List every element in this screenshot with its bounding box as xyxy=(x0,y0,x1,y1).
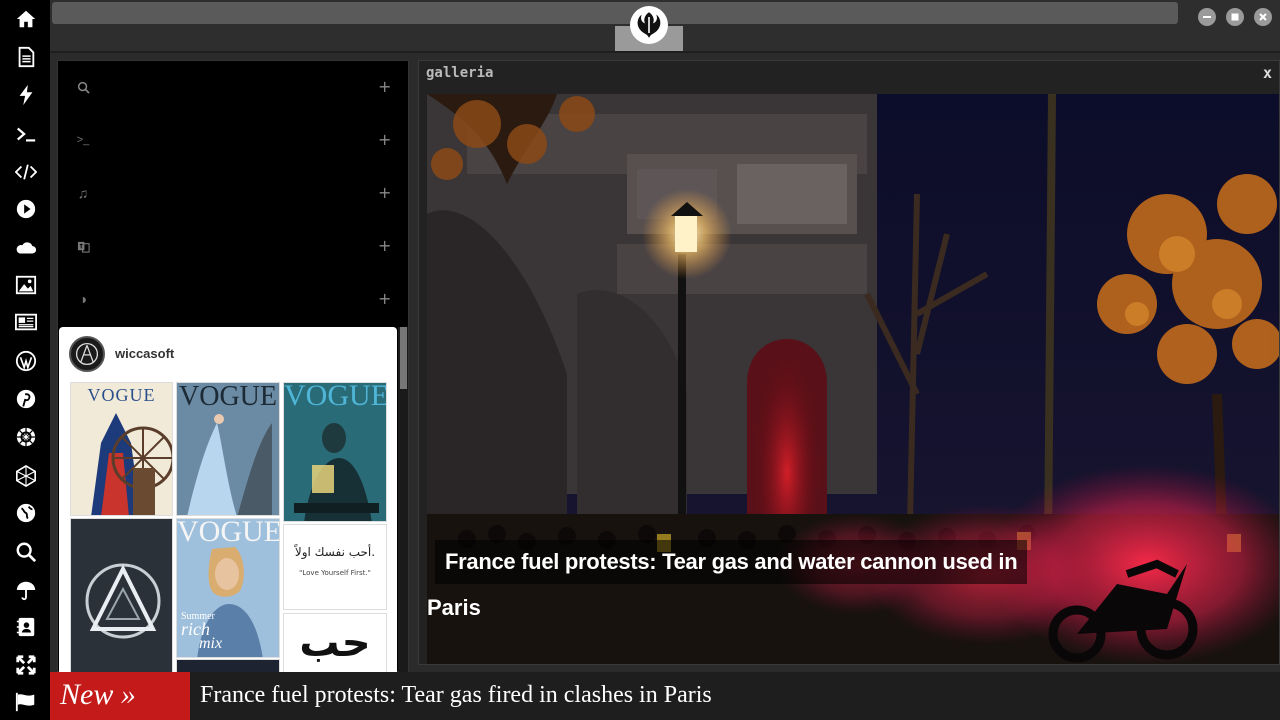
cloud-icon[interactable] xyxy=(13,235,39,261)
umbrella-icon[interactable] xyxy=(13,577,39,603)
bolt-icon[interactable] xyxy=(13,82,39,108)
expand-plus[interactable]: + xyxy=(378,236,391,255)
menu-row-music[interactable]: ♫ + xyxy=(58,167,398,220)
minimize-button[interactable] xyxy=(1198,8,1216,26)
menu-row-terminal[interactable]: >_ + xyxy=(58,114,398,167)
vogue-cover-art xyxy=(91,413,172,515)
pin-vogue-rich-mix[interactable]: VOGUE Summer rich mix xyxy=(176,518,280,658)
pin-geometric-triangle[interactable] xyxy=(70,518,173,673)
terminal-icon: >_ xyxy=(76,134,90,146)
scrollbar-thumb[interactable] xyxy=(400,327,407,389)
menu-row-search[interactable]: + xyxy=(58,61,398,114)
code-icon[interactable] xyxy=(13,159,39,185)
expand-plus[interactable]: + xyxy=(378,77,391,96)
search-icon xyxy=(76,80,90,94)
expand-icon[interactable] xyxy=(13,652,39,678)
play-icon[interactable] xyxy=(13,196,39,222)
maximize-button[interactable] xyxy=(1226,8,1244,26)
search-icon[interactable] xyxy=(13,539,39,565)
gallery-image[interactable]: France fuel protests: Tear gas and water… xyxy=(427,94,1279,664)
settings-wheel-icon[interactable] xyxy=(13,424,39,450)
ticker-headline[interactable]: France fuel protests: Tear gas fired in … xyxy=(200,672,712,718)
caption-line-2: Paris xyxy=(427,595,481,620)
desktop: + >_ + ♫ + + ◑ + wiccasoft VOGUE VOGUE V… xyxy=(0,0,1280,720)
pin-vogue-art-deco[interactable]: VOGUE xyxy=(70,382,173,516)
pinterest-username[interactable]: wiccasoft xyxy=(115,346,174,361)
expand-plus[interactable]: + xyxy=(378,183,391,202)
news-ticker: New » France fuel protests: Tear gas fir… xyxy=(50,672,1280,720)
globe-icon[interactable] xyxy=(13,500,39,526)
launcher-panel: + >_ + ♫ + + ◑ + wiccasoft VOGUE VOGUE V… xyxy=(57,60,409,673)
caption-line-1: France fuel protests: Tear gas and water… xyxy=(435,540,1028,584)
contact-icon[interactable] xyxy=(13,614,39,640)
pin-partial[interactable] xyxy=(176,659,280,673)
pin-cover-line: mix xyxy=(199,635,223,652)
pin-vogue-staircase[interactable]: VOGUE xyxy=(176,382,280,516)
new-badge[interactable]: New » xyxy=(50,672,190,720)
home-icon[interactable] xyxy=(13,6,39,32)
pin-arabic-word[interactable]: حب xyxy=(283,613,387,673)
newspaper-icon[interactable] xyxy=(13,309,39,335)
galleria-window: galleria x France fuel protests: Tear ga… xyxy=(418,60,1280,665)
window-title: galleria xyxy=(426,65,494,81)
menu-row-contrast[interactable]: ◑ + xyxy=(58,273,398,326)
network-icon[interactable] xyxy=(13,463,39,489)
triangle-art xyxy=(85,563,161,639)
flag-icon[interactable] xyxy=(13,689,39,715)
top-bar xyxy=(50,0,1280,53)
lantern-photo xyxy=(294,423,379,521)
pinterest-widget: wiccasoft VOGUE VOGUE VOGUE Summer rich … xyxy=(59,327,397,673)
menu-row-translate[interactable]: + xyxy=(58,220,398,273)
pinterest-icon[interactable] xyxy=(13,386,39,412)
wordpress-icon[interactable] xyxy=(13,348,39,374)
rebel-emblem-icon[interactable] xyxy=(630,6,668,44)
staircase-photo xyxy=(187,414,272,515)
expand-plus[interactable]: + xyxy=(378,130,391,149)
translate-icon xyxy=(76,239,90,253)
panel-scrollbar[interactable] xyxy=(398,327,408,673)
close-button[interactable]: x xyxy=(1263,64,1272,82)
app-sidebar xyxy=(0,0,50,720)
music-icon: ♫ xyxy=(77,185,89,201)
pin-arabic-quote[interactable]: أحب نفسك اولاً. "Love Yourself First." xyxy=(283,524,387,610)
terminal-icon[interactable] xyxy=(13,121,39,147)
pin-vogue-teal[interactable]: VOGUE xyxy=(283,382,387,522)
avatar[interactable] xyxy=(69,336,105,372)
image-icon[interactable] xyxy=(13,272,39,298)
expand-plus[interactable]: + xyxy=(378,289,391,308)
address-bar[interactable] xyxy=(52,2,1178,24)
close-window-button[interactable] xyxy=(1254,8,1272,26)
document-icon[interactable] xyxy=(13,44,39,70)
contrast-icon: ◑ xyxy=(78,291,88,307)
